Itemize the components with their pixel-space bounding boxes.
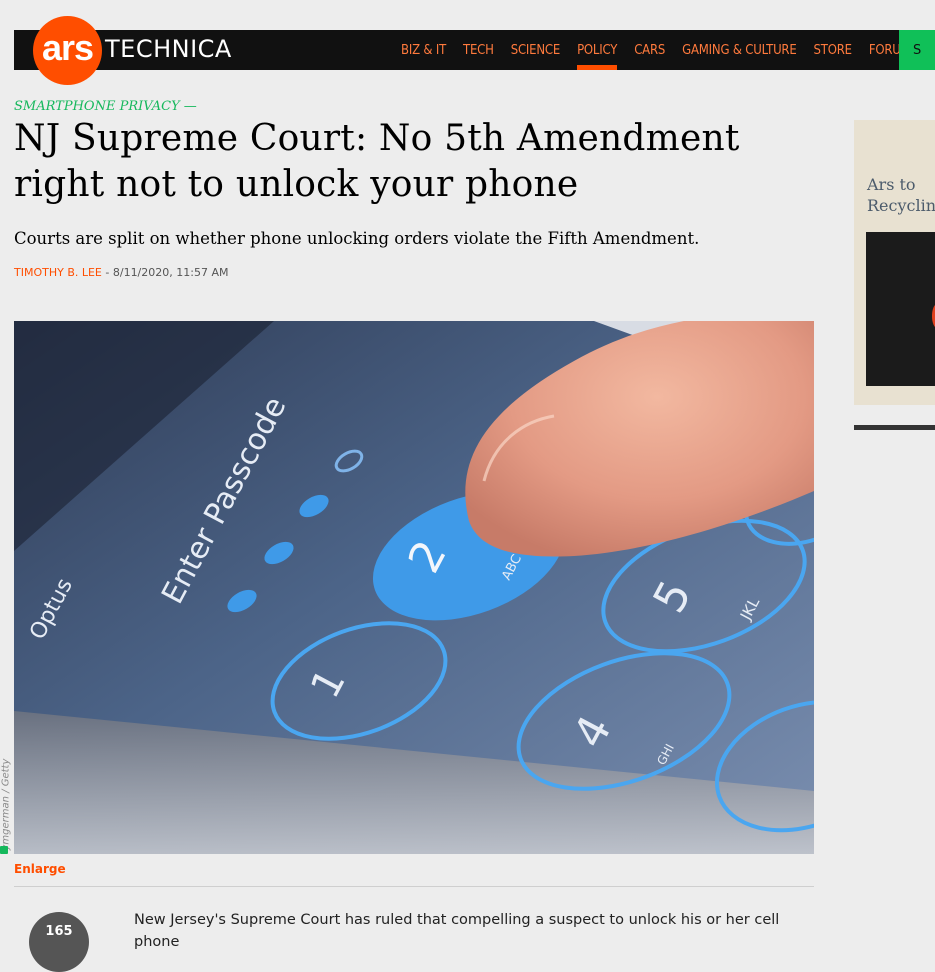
article-kicker[interactable]: SMARTPHONE PRIVACY — [14,99,197,114]
site-logo[interactable]: ars [33,16,102,85]
nav-item-store[interactable]: STORE [814,30,852,70]
nav-item-science[interactable]: SCIENCE [511,30,561,70]
ad-video-thumbnail[interactable] [866,232,935,386]
byline: TIMOTHY B. LEE - 8/11/2020, 11:57 AM [14,266,228,279]
article-title: NJ Supreme Court: No 5th Amendment right… [14,118,740,205]
phone-keypad-illustration: Enter Passcode Optus 1 2 ABC 4 GHI 5 JKL [14,321,814,854]
byline-separator: - [101,266,113,279]
sidebar-divider [854,425,935,430]
ad-text-line-1: Ars to [867,175,916,194]
publish-date: 8/11/2020, 11:57 AM [112,266,229,279]
hero-image[interactable]: Enter Passcode Optus 1 2 ABC 4 GHI 5 JKL [14,321,814,854]
comment-count-badge[interactable]: 165 [29,912,89,972]
ad-text: Ars to Recyclin [867,174,935,216]
sidebar-ad[interactable]: Ars to Recyclin [854,120,935,405]
camera-icon [0,846,8,854]
ad-text-line-2: Recyclin [867,196,935,215]
author-link[interactable]: TIMOTHY B. LEE [14,266,102,279]
logo-technica-text[interactable]: TECHNICA [105,35,232,63]
article-dek: Courts are split on whether phone unlock… [14,229,700,248]
nav-item-policy[interactable]: POLICY [577,30,617,70]
article-body-text: New Jersey's Supreme Court has ruled tha… [134,912,780,950]
nav-item-cars[interactable]: CARS [634,30,665,70]
nav-item-gaming-culture[interactable]: GAMING & CULTURE [682,30,797,70]
image-credit-text: ymgerman / Getty [0,758,12,851]
section-nav: BIZ & IT TECH SCIENCE POLICY CARS GAMING… [401,30,935,70]
subscribe-button[interactable]: S [899,30,935,70]
logo-ars-text: ars [41,26,94,68]
divider [14,886,814,887]
nav-item-biz-it[interactable]: BIZ & IT [401,30,446,70]
nav-item-tech[interactable]: TECH [463,30,494,70]
enlarge-link[interactable]: Enlarge [14,862,66,876]
image-credit: ymgerman / Getty [0,740,12,854]
